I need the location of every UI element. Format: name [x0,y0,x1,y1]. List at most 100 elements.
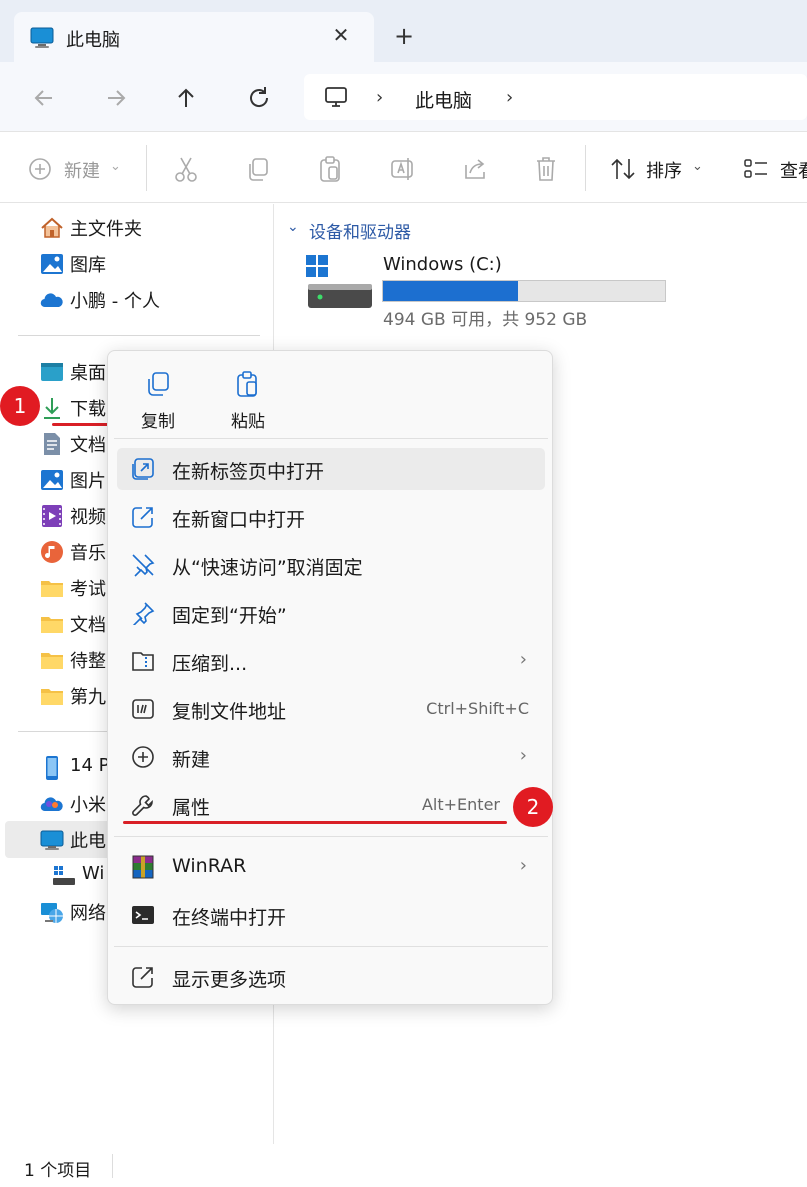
up-icon[interactable] [172,84,200,112]
new-tab-button[interactable]: + [394,22,414,50]
sidebar-item-label: 网络 [70,903,106,924]
menu-item-label: 在新窗口中打开 [172,509,306,531]
title-bar: 此电脑 ✕ + [0,0,807,62]
desktop-icon [40,360,64,384]
download-icon [40,396,64,420]
copy-icon [145,371,171,397]
menu-item-label: 在新标签页中打开 [172,461,325,483]
network-icon [40,900,64,924]
step-badge: 2 [513,787,553,827]
command-bar: 新建 ⌄ 排序 ⌄ 查看 [0,133,807,203]
wrench-icon [131,793,155,817]
winrar-icon [131,855,155,879]
sort-icon [610,157,636,185]
shortcut-text: Ctrl+Shift+C [426,699,529,718]
close-icon[interactable]: ✕ [328,22,354,48]
paste-icon[interactable] [318,155,342,183]
chevron-right-icon: › [519,855,527,876]
menu-item-properties[interactable]: 属性 Alt+Enter [117,784,545,826]
rename-icon[interactable] [390,155,414,183]
picture-icon [40,468,64,492]
refresh-icon[interactable] [245,84,273,112]
new-button[interactable]: 新建 ⌄ [28,155,128,183]
sort-button[interactable]: 排序 ⌄ [610,155,720,183]
toolbar-divider [585,145,586,191]
view-list-icon [744,158,768,183]
home-icon [40,216,64,240]
tab-this-pc[interactable]: 此电脑 ✕ [14,12,374,62]
phone-icon [40,756,64,780]
drive-usage-fill [383,281,519,301]
copy-button[interactable]: 复制 [118,371,198,432]
menu-item-winrar[interactable]: WinRAR › [117,846,545,888]
folder-icon [40,648,64,672]
forward-icon[interactable] [102,84,130,112]
unpin-icon [131,553,155,577]
view-button[interactable]: 查看 [744,155,807,183]
chevron-right-icon: › [519,745,527,766]
gallery-icon [40,252,64,276]
shortcut-text: Alt+Enter [421,795,500,814]
more-options-icon [131,965,155,989]
sidebar-item-label: 待整 [70,651,106,672]
menu-item-new[interactable]: 新建 › [117,736,545,778]
drive-name[interactable]: Windows (C:) [383,254,502,275]
copy-icon[interactable] [246,155,270,183]
open-new-tab-icon [131,457,155,481]
sidebar-item-label: 小鹏 - 个人 [70,291,160,312]
new-label: 新建 [64,161,100,182]
sidebar-item-label: 第九 [70,687,106,708]
plus-circle-icon [28,157,52,185]
share-icon[interactable] [462,155,488,183]
folder-icon [40,612,64,636]
sidebar-item-label: 视频 [70,507,106,528]
chevron-down-icon: ⌄ [692,159,703,174]
sidebar-item-label: 此电 [70,831,106,852]
view-label: 查看 [780,161,807,182]
tab-label: 此电脑 [66,30,120,51]
chevron-right-icon[interactable]: › [376,87,383,108]
cloud-icon [40,792,64,816]
folder-icon [40,684,64,708]
menu-item-label: 固定到“开始” [172,605,287,627]
sidebar-divider [18,335,260,336]
menu-item-compress[interactable]: 压缩到... › [117,640,545,682]
menu-item-copy-path[interactable]: 复制文件地址 Ctrl+Shift+C [117,688,545,730]
computer-icon [30,27,54,53]
cut-icon[interactable] [174,155,198,183]
menu-item-open-new-window[interactable]: 在新窗口中打开 [117,496,545,538]
paste-button[interactable]: 粘贴 [208,371,288,432]
chevron-down-icon: ⌄ [110,159,121,174]
menu-item-open-terminal[interactable]: 在终端中打开 [117,894,545,936]
context-menu: 复制 粘贴 在新标签页中打开 在新窗口中打开 从“快速访问”取消固定 固定到“开… [107,350,553,1005]
menu-divider [114,438,548,439]
menu-item-pin-start[interactable]: 固定到“开始” [117,592,545,634]
drive-icon [52,864,76,888]
menu-item-open-new-tab[interactable]: 在新标签页中打开 [117,448,545,490]
item-count: 1 个项目 [24,1161,92,1181]
sidebar-item-label: 音乐 [70,543,106,564]
annotation-underline [123,821,507,824]
sidebar-item-label: 文档 [70,615,106,636]
address-bar[interactable]: › 此电脑 › [304,74,807,120]
chevron-right-icon[interactable]: › [506,87,513,108]
status-bar: 1 个项目 [0,1144,807,1187]
menu-divider [114,836,548,837]
menu-item-show-more-options[interactable]: 显示更多选项 [117,956,545,998]
music-icon [40,540,64,564]
menu-divider [114,946,548,947]
paste-icon [235,371,261,397]
back-icon[interactable] [30,84,58,112]
delete-icon[interactable] [534,155,558,183]
folder-icon [40,576,64,600]
menu-item-label: 从“快速访问”取消固定 [172,557,363,579]
status-divider [112,1154,113,1178]
menu-item-unpin-quick-access[interactable]: 从“快速访问”取消固定 [117,544,545,586]
chevron-down-icon[interactable]: ⌄ [287,219,299,235]
section-header[interactable]: 设备和驱动器 [309,218,411,243]
terminal-icon [131,903,155,927]
menu-item-label: 新建 [172,749,211,771]
breadcrumb[interactable]: 此电脑 [415,86,472,113]
cloud-icon [40,288,64,312]
chevron-right-icon: › [519,649,527,670]
